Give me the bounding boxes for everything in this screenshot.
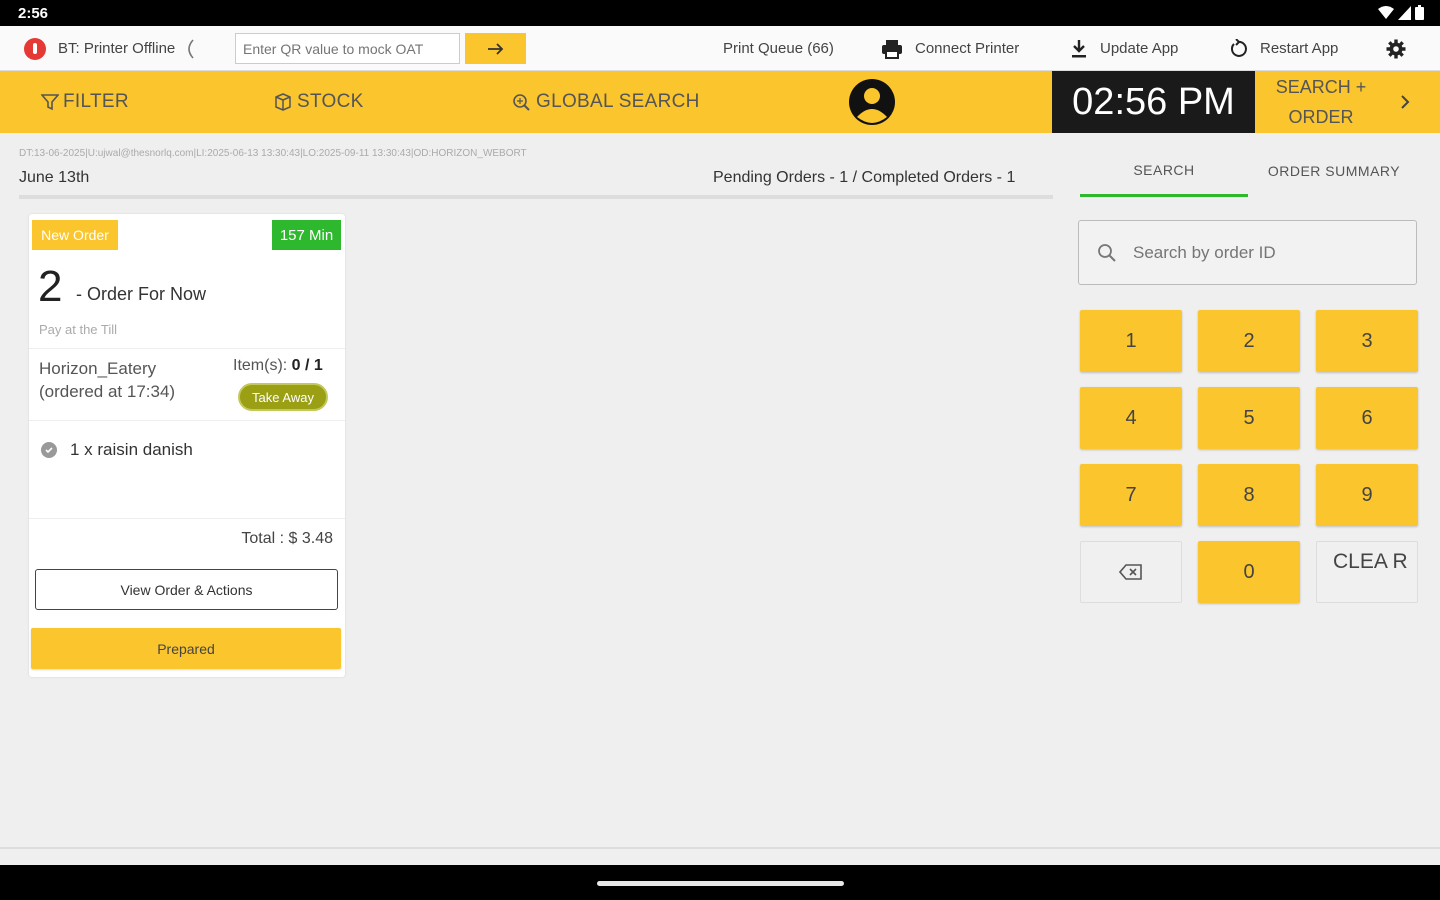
qr-mock-input[interactable]: [235, 33, 460, 64]
search-order-button[interactable]: SEARCH + ORDER: [1262, 71, 1380, 133]
signal-icon: [1398, 5, 1411, 20]
printer-status[interactable]: BT: Printer Offline: [24, 26, 197, 71]
payment-note: Pay at the Till: [39, 322, 118, 337]
wifi-icon: [1378, 5, 1394, 19]
order-search-box[interactable]: [1078, 220, 1417, 285]
tab-search[interactable]: SEARCH: [1080, 145, 1248, 197]
tab-order-summary[interactable]: ORDER SUMMARY: [1250, 145, 1418, 197]
filter-button[interactable]: FILTER: [41, 71, 129, 133]
filter-icon: [41, 94, 59, 111]
elapsed-time-badge: 157 Min: [272, 220, 341, 250]
items-value: 0 / 1: [291, 357, 323, 374]
download-icon: [1070, 39, 1088, 59]
items-count: Item(s): 0 / 1: [233, 357, 323, 375]
line-item-label: 1 x raisin danish: [70, 440, 193, 459]
order-id-search-input[interactable]: [1133, 242, 1393, 263]
chevron-right-icon[interactable]: [1395, 89, 1415, 115]
user-icon: [857, 88, 887, 123]
top-toolbar: BT: Printer Offline Print Queue (66) Con…: [0, 26, 1440, 71]
keypad-2[interactable]: 2: [1198, 310, 1300, 372]
search-icon: [1098, 243, 1116, 262]
system-status-bar: 2:56: [0, 0, 1440, 26]
search-order-label-line1: SEARCH +: [1275, 77, 1367, 97]
section-divider: [19, 195, 1053, 199]
stock-icon: [275, 93, 291, 111]
system-time: 2:56: [18, 5, 49, 22]
view-order-button[interactable]: View Order & Actions: [35, 569, 338, 610]
connect-printer-button[interactable]: Connect Printer: [881, 26, 1019, 71]
backspace-button[interactable]: [1080, 541, 1182, 603]
printer-status-label: BT: Printer Offline: [58, 40, 176, 57]
stock-label: STOCK: [297, 91, 364, 112]
keypad-7[interactable]: 7: [1080, 464, 1182, 526]
filter-label: FILTER: [63, 91, 129, 112]
vendor-name: Horizon_Eatery: [39, 359, 157, 378]
update-app-label: Update App: [1100, 40, 1179, 57]
keypad-8[interactable]: 8: [1198, 464, 1300, 526]
system-icons: [1378, 5, 1424, 20]
battery-icon: [1415, 5, 1424, 20]
session-info: DT:13-06-2025|U:ujwal@thesnorlq.com|LI:2…: [19, 148, 527, 159]
printer-icon: [881, 39, 903, 59]
card-divider: [29, 518, 345, 519]
vendor-info: Horizon_Eatery (ordered at 17:34): [39, 357, 175, 403]
restart-app-button[interactable]: Restart App: [1228, 26, 1338, 71]
clock-display: 02:56 PM: [1052, 71, 1255, 133]
stock-button[interactable]: STOCK: [273, 71, 364, 133]
system-nav-bar: [0, 865, 1440, 900]
orders-count: Pending Orders - 1 / Completed Orders - …: [713, 169, 1016, 186]
search-order-label-line2: ORDER: [1288, 107, 1354, 127]
restart-app-label: Restart App: [1260, 40, 1339, 57]
global-search-label: GLOBAL SEARCH: [536, 91, 700, 112]
main-navbar: FILTER STOCK GLOBAL SEARCH 02:56 PM SEAR…: [0, 71, 1440, 133]
order-card[interactable]: New Order 157 Min 2 - Order For Now Pay …: [29, 214, 345, 677]
arrow-right-icon: [487, 42, 503, 55]
restart-icon: [1228, 38, 1248, 59]
check-icon[interactable]: [41, 442, 57, 458]
keypad-1[interactable]: 1: [1080, 310, 1182, 372]
keypad-4[interactable]: 4: [1080, 387, 1182, 449]
update-app-button[interactable]: Update App: [1070, 26, 1178, 71]
connect-printer-label: Connect Printer: [915, 40, 1020, 57]
home-gesture-handle[interactable]: [597, 881, 844, 886]
date-label: June 13th: [19, 169, 90, 186]
printer-error-icon: [24, 37, 46, 60]
keypad-5[interactable]: 5: [1198, 387, 1300, 449]
keypad-0[interactable]: 0: [1198, 541, 1300, 603]
keypad-6[interactable]: 6: [1316, 387, 1418, 449]
print-queue-label: Print Queue (66): [723, 40, 834, 57]
settings-button[interactable]: [1386, 26, 1406, 71]
status-badge: New Order: [32, 220, 118, 250]
keypad-9[interactable]: 9: [1316, 464, 1418, 526]
gear-icon: [1386, 39, 1406, 58]
keypad-3[interactable]: 3: [1316, 310, 1418, 372]
ordered-at: (ordered at 17:34): [39, 382, 176, 401]
print-queue-button[interactable]: Print Queue (66): [723, 26, 834, 71]
clear-button[interactable]: CLEA R: [1316, 541, 1418, 603]
order-type: - Order For Now: [76, 284, 207, 304]
order-total: Total : $ 3.48: [241, 530, 333, 547]
list-item[interactable]: 1 x raisin danish: [41, 440, 193, 460]
global-search-button[interactable]: GLOBAL SEARCH: [512, 71, 700, 133]
takeaway-badge: Take Away: [238, 383, 328, 411]
card-divider: [29, 420, 345, 421]
user-avatar[interactable]: [849, 79, 895, 125]
card-divider: [29, 348, 345, 349]
items-label: Item(s):: [233, 357, 288, 374]
bottom-divider: [0, 847, 1440, 849]
order-number: 2: [38, 262, 63, 311]
prepared-button[interactable]: Prepared: [31, 628, 341, 669]
global-search-icon: [513, 94, 530, 111]
qr-submit-button[interactable]: [465, 33, 526, 64]
loading-spinner-icon: [188, 38, 194, 59]
backspace-icon: [1119, 564, 1142, 580]
